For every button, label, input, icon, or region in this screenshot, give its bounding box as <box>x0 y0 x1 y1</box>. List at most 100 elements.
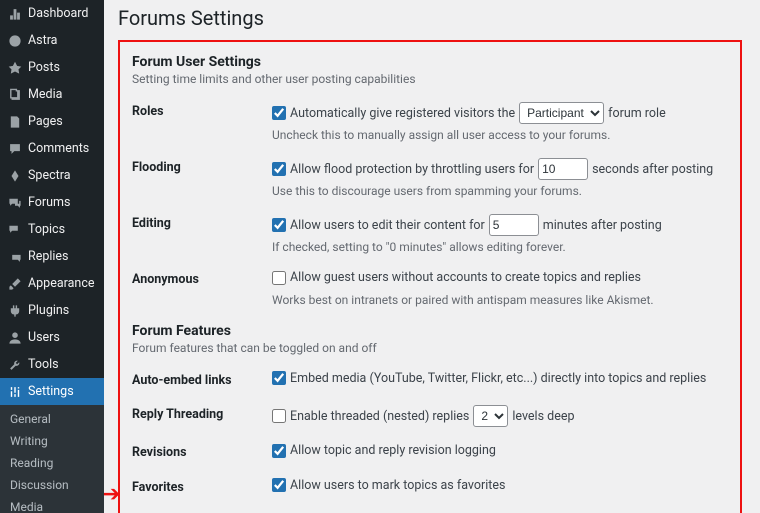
sidebar-item-label: Appearance <box>28 276 95 291</box>
sidebar-item-spectra[interactable]: Spectra <box>0 162 104 189</box>
comment-icon <box>8 142 22 156</box>
sidebar-item-comments[interactable]: Comments <box>0 135 104 162</box>
revisions-row: Allow topic and reply revision logging <box>272 443 496 458</box>
sidebar-item-tools[interactable]: Tools <box>0 351 104 378</box>
roles-desc: Uncheck this to manually assign all user… <box>272 128 728 142</box>
roles-select[interactable]: Participant <box>519 102 604 124</box>
field-label-anonymous: Anonymous <box>132 264 272 317</box>
submenu-item-general[interactable]: General <box>0 408 104 430</box>
roles-text-before: Automatically give registered visitors t… <box>290 106 515 121</box>
sidebar-item-label: Settings <box>28 384 74 399</box>
dashboard-icon <box>8 7 22 21</box>
sidebar-item-label: Media <box>28 87 62 102</box>
anonymous-row: Allow guest users without accounts to cr… <box>272 270 641 285</box>
settings-form: Forum User Settings Setting time limits … <box>118 40 742 513</box>
favorites-checkbox[interactable] <box>272 478 286 492</box>
editing-checkbox[interactable] <box>272 218 286 232</box>
editing-text-before: Allow users to edit their content for <box>290 218 485 233</box>
autoembed-text: Embed media (YouTube, Twitter, Flickr, e… <box>290 371 706 386</box>
sidebar-item-label: Forums <box>28 195 70 210</box>
sidebar-item-label: Replies <box>28 249 69 264</box>
autoembed-checkbox[interactable] <box>272 371 286 385</box>
settings-submenu: General Writing Reading Discussion Media… <box>0 405 104 513</box>
anonymous-text: Allow guest users without accounts to cr… <box>290 270 641 285</box>
sidebar-item-pages[interactable]: Pages <box>0 108 104 135</box>
flooding-row: Allow flood protection by throttling use… <box>272 158 713 180</box>
sidebar-item-label: Tools <box>28 357 59 372</box>
flooding-text-after: seconds after posting <box>592 162 713 177</box>
autoembed-row: Embed media (YouTube, Twitter, Flickr, e… <box>272 371 706 386</box>
topics-icon <box>8 223 22 237</box>
sidebar-item-dashboard[interactable]: Dashboard <box>0 0 104 27</box>
editing-row: Allow users to edit their content for mi… <box>272 214 662 236</box>
roles-checkbox[interactable] <box>272 106 286 120</box>
threading-text-before: Enable threaded (nested) replies <box>290 409 469 424</box>
field-label-favorites: Favorites <box>132 472 272 507</box>
sidebar-item-label: Users <box>28 330 60 345</box>
field-label-roles: Roles <box>132 96 272 152</box>
sidebar-item-forums[interactable]: Forums <box>0 189 104 216</box>
replies-icon <box>8 250 22 264</box>
field-label-autoembed: Auto-embed links <box>132 365 272 400</box>
flooding-input[interactable] <box>538 158 588 180</box>
sidebar-item-users[interactable]: Users <box>0 324 104 351</box>
editing-desc: If checked, setting to "0 minutes" allow… <box>272 240 728 254</box>
anonymous-desc: Works best on intranets or paired with a… <box>272 293 728 307</box>
threading-row: Enable threaded (nested) replies 2 level… <box>272 405 574 427</box>
revisions-checkbox[interactable] <box>272 444 286 458</box>
sidebar-item-plugins[interactable]: Plugins <box>0 297 104 324</box>
sidebar-item-label: Spectra <box>28 168 71 183</box>
astra-icon <box>8 34 22 48</box>
sidebar-item-astra[interactable]: Astra <box>0 27 104 54</box>
main-content: ➔ Forums Settings Forum User Settings Se… <box>104 0 760 513</box>
flooding-desc: Use this to discourage users from spammi… <box>272 184 728 198</box>
submenu-item-reading[interactable]: Reading <box>0 452 104 474</box>
revisions-text: Allow topic and reply revision logging <box>290 443 496 458</box>
editing-text-after: minutes after posting <box>543 218 662 233</box>
sidebar-item-appearance[interactable]: Appearance <box>0 270 104 297</box>
sidebar-item-label: Astra <box>28 33 58 48</box>
admin-sidebar: Dashboard Astra Posts Media Pages Commen… <box>0 0 104 513</box>
plugin-icon <box>8 304 22 318</box>
section-heading-user-settings: Forum User Settings <box>132 54 728 70</box>
sidebar-item-topics[interactable]: Topics <box>0 216 104 243</box>
sidebar-item-replies[interactable]: Replies <box>0 243 104 270</box>
submenu-item-media[interactable]: Media <box>0 496 104 513</box>
users-icon <box>8 331 22 345</box>
threading-checkbox[interactable] <box>272 409 286 423</box>
favorites-row: Allow users to mark topics as favorites <box>272 478 505 493</box>
flooding-text-before: Allow flood protection by throttling use… <box>290 162 534 177</box>
sidebar-item-label: Dashboard <box>28 6 88 21</box>
sidebar-item-settings[interactable]: Settings <box>0 378 104 405</box>
tools-icon <box>8 358 22 372</box>
sidebar-item-posts[interactable]: Posts <box>0 54 104 81</box>
threading-text-after: levels deep <box>512 409 574 424</box>
favorites-text: Allow users to mark topics as favorites <box>290 478 505 493</box>
brush-icon <box>8 277 22 291</box>
sidebar-item-label: Comments <box>28 141 89 156</box>
section-heading-features: Forum Features <box>132 323 728 339</box>
sidebar-item-label: Posts <box>28 60 60 75</box>
field-label-editing: Editing <box>132 208 272 264</box>
field-label-threading: Reply Threading <box>132 399 272 437</box>
sidebar-item-media[interactable]: Media <box>0 81 104 108</box>
media-icon <box>8 88 22 102</box>
submenu-item-writing[interactable]: Writing <box>0 430 104 452</box>
pin-icon <box>8 61 22 75</box>
field-label-revisions: Revisions <box>132 437 272 472</box>
sidebar-item-label: Topics <box>28 222 65 237</box>
settings-icon <box>8 385 22 399</box>
anonymous-checkbox[interactable] <box>272 271 286 285</box>
sidebar-item-label: Plugins <box>28 303 69 318</box>
editing-input[interactable] <box>489 214 539 236</box>
forums-icon <box>8 196 22 210</box>
threading-select[interactable]: 2 <box>473 405 508 427</box>
sidebar-item-label: Pages <box>28 114 63 129</box>
submenu-item-discussion[interactable]: Discussion <box>0 474 104 496</box>
flooding-checkbox[interactable] <box>272 162 286 176</box>
page-title: Forums Settings <box>118 0 742 40</box>
page-icon <box>8 115 22 129</box>
roles-text-after: forum role <box>608 106 666 121</box>
section-desc: Setting time limits and other user posti… <box>132 72 728 86</box>
spectra-icon <box>8 169 22 183</box>
